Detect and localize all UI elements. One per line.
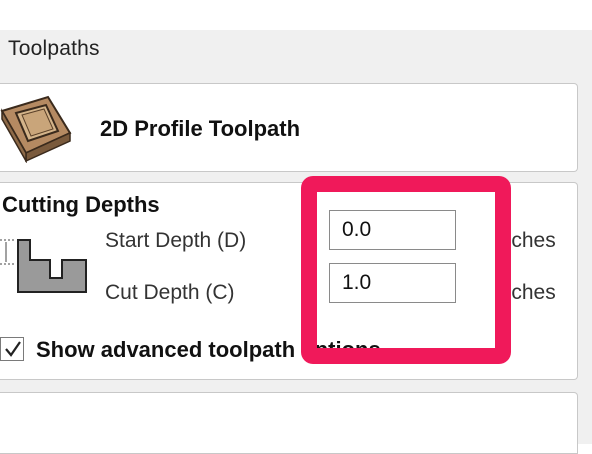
cut-depth-input[interactable]: [329, 263, 456, 303]
toolpath-title: 2D Profile Toolpath: [100, 116, 301, 141]
start-depth-input[interactable]: [329, 210, 456, 250]
window-top-strip: [0, 0, 592, 30]
next-section: [0, 392, 578, 454]
checkmark-icon: [5, 341, 21, 357]
depth-diagram-icon: [0, 236, 92, 294]
cut-depth-unit: inches: [495, 281, 556, 304]
profile-toolpath-icon: [0, 93, 72, 164]
advanced-options-label[interactable]: Show advanced toolpath options: [36, 337, 381, 363]
start-depth-unit: inches: [495, 229, 556, 252]
advanced-options-checkbox[interactable]: [0, 337, 24, 361]
cut-depth-label: Cut Depth (C): [105, 281, 235, 304]
panel-title: Toolpaths: [8, 37, 100, 60]
start-depth-label: Start Depth (D): [105, 229, 247, 252]
cutting-depths-title: Cutting Depths: [2, 192, 160, 217]
